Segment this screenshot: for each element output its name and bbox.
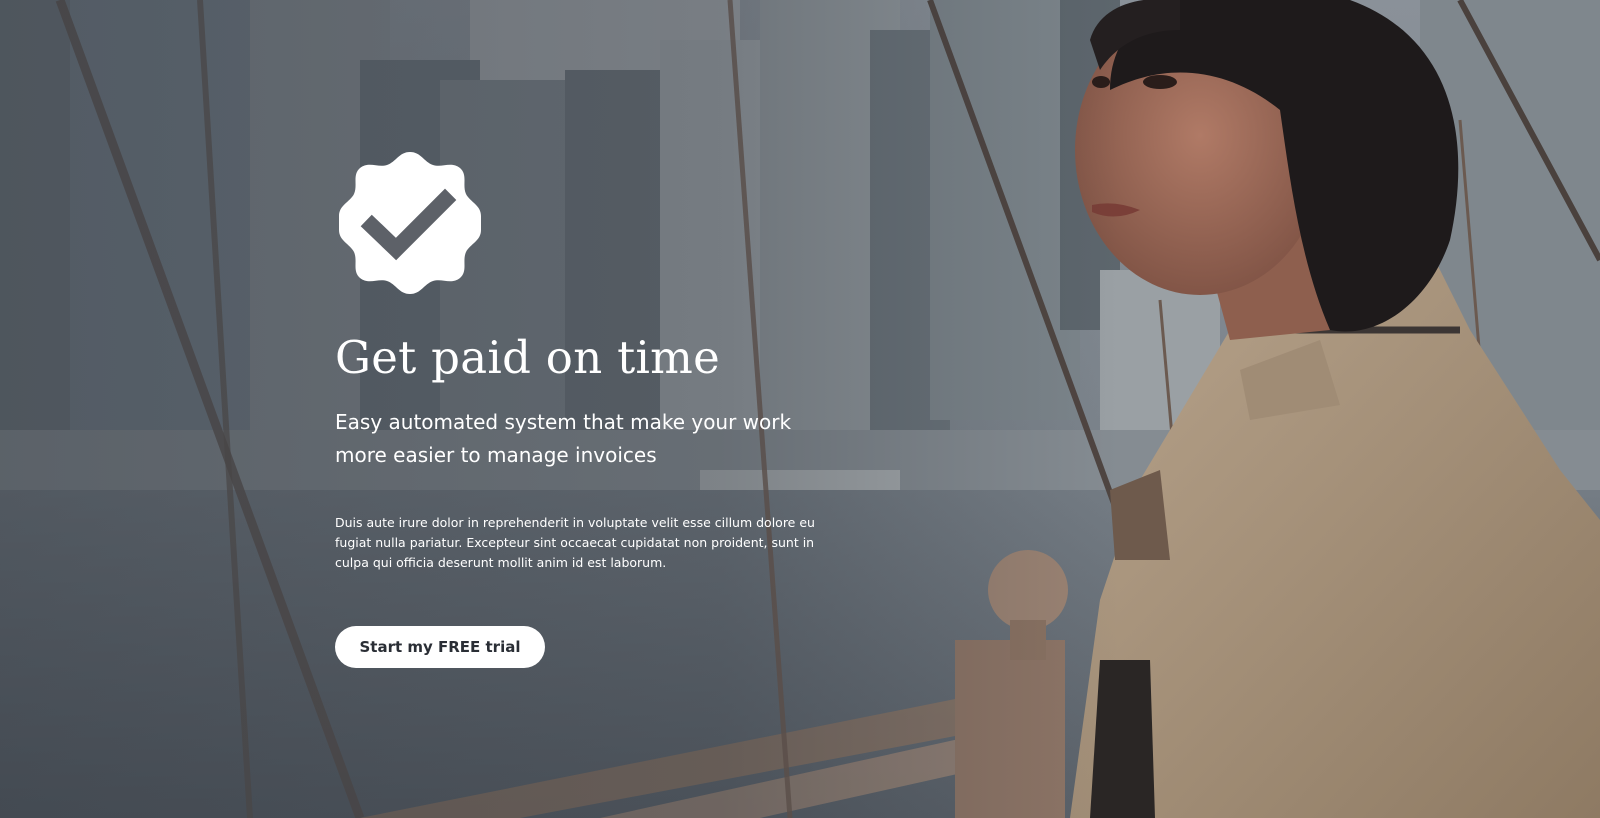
hero-description: Duis aute irure dolor in reprehenderit i… [335, 515, 815, 570]
hero-title: Get paid on time [335, 331, 721, 384]
hero-section: Get paid on time Easy automated system t… [0, 0, 1600, 818]
hero-subtitle: Easy automated system that make your wor… [335, 410, 792, 467]
start-free-trial-button[interactable]: Start my FREE trial [335, 626, 545, 668]
verified-check-badge-icon [339, 152, 481, 294]
